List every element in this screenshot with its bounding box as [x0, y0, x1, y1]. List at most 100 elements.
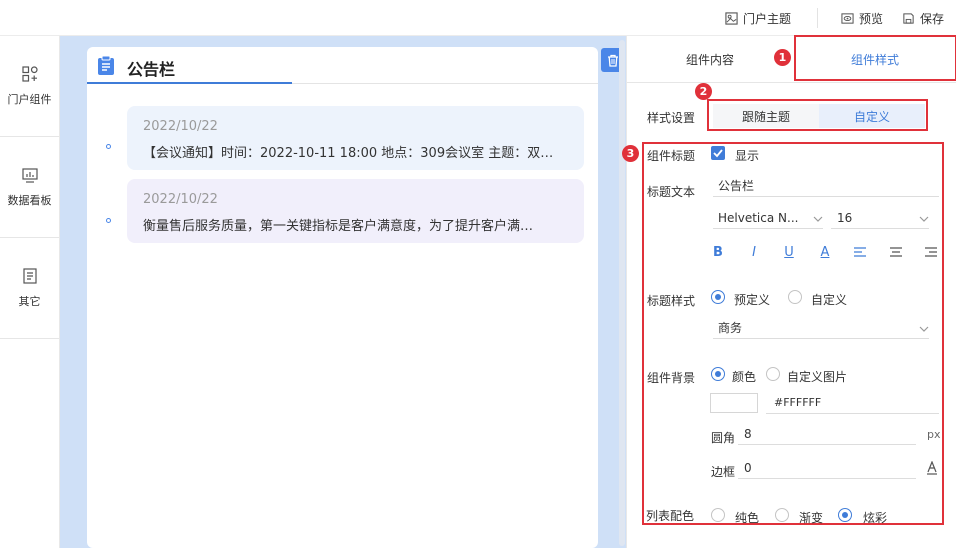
border-color-icon[interactable]	[926, 461, 938, 475]
font-color-button[interactable]: A	[817, 244, 833, 260]
step-badge-2: 2	[695, 83, 712, 100]
align-right-icon	[925, 247, 937, 257]
eye-icon	[841, 13, 854, 24]
align-left-button[interactable]	[852, 244, 868, 260]
align-center-button[interactable]	[888, 244, 904, 260]
align-right-button[interactable]	[923, 244, 939, 260]
step-badge-1: 1	[774, 49, 791, 66]
notice-date: 2022/10/22	[143, 119, 218, 134]
custom-title-label: 自定义	[811, 293, 848, 307]
title-text-label: 标题文本	[647, 185, 696, 199]
component-title-label: 组件标题	[647, 149, 696, 163]
border-label: 边框	[711, 465, 736, 479]
list-color-label: 列表配色	[646, 509, 695, 523]
align-left-icon	[854, 247, 866, 257]
color-background-label: 颜色	[732, 370, 757, 384]
chevron-down-icon	[919, 326, 929, 332]
colorful-color-label: 炫彩	[863, 511, 888, 525]
document-icon	[22, 268, 37, 284]
color-background-radio[interactable]	[711, 367, 725, 381]
radius-value: 8	[744, 426, 752, 441]
tabs-divider	[627, 82, 956, 83]
clipboard-icon	[98, 56, 114, 75]
design-canvas: 公告栏 2022/10/22 【会议通知】时间：2022-10-11 18:00…	[60, 36, 626, 548]
portal-theme-label: 门户主题	[743, 12, 792, 26]
bold-label: B	[713, 244, 723, 260]
title-style-select[interactable]: 商务	[713, 317, 929, 339]
sidebar-item-portal-components[interactable]: 门户组件	[0, 36, 59, 137]
highlight-box-1	[794, 35, 956, 81]
solid-color-label: 纯色	[735, 511, 760, 525]
bold-button[interactable]: B	[710, 244, 726, 260]
top-toolbar: 门户主题 预览 保存	[0, 0, 956, 36]
list-bullet	[106, 144, 111, 149]
image-background-label: 自定义图片	[787, 370, 848, 384]
canvas-scrollbar[interactable]	[619, 40, 625, 546]
align-center-icon	[890, 247, 902, 257]
gradient-color-label: 渐变	[799, 511, 824, 525]
background-color-input[interactable]: #FFFFFF	[766, 392, 939, 414]
radius-label: 圆角	[711, 431, 736, 445]
sidebar-item-label: 数据看板	[7, 194, 52, 207]
title-text-input[interactable]: 公告栏	[713, 175, 939, 197]
custom-title-radio[interactable]	[788, 290, 802, 304]
list-item[interactable]: 2022/10/22 【会议通知】时间：2022-10-11 18:00 地点：…	[127, 106, 584, 170]
chevron-down-icon	[919, 216, 929, 222]
font-size-value: 16	[837, 210, 853, 225]
portal-theme-button[interactable]: 门户主题	[725, 10, 791, 27]
font-family-select[interactable]: Helvetica N...	[713, 207, 823, 229]
italic-button[interactable]: I	[746, 244, 762, 260]
properties-panel: 组件内容 组件样式 1 样式设置 跟随主题 自定义 2 3 组件标题 显示 标题…	[622, 35, 956, 548]
underline-label: U	[784, 244, 794, 260]
toolbar-divider	[817, 8, 818, 28]
preview-label: 预览	[859, 12, 884, 26]
sidebar-item-data-board[interactable]: 数据看板	[0, 137, 59, 238]
notice-text: 【会议通知】时间：2022-10-11 18:00 地点：309会议室 主题：双…	[143, 146, 554, 161]
list-bullet	[106, 218, 111, 223]
trash-icon	[608, 54, 618, 67]
card-header: 公告栏	[87, 47, 598, 84]
font-family-value: Helvetica N...	[718, 210, 799, 225]
notice-date: 2022/10/22	[143, 192, 218, 207]
border-value: 0	[744, 460, 752, 475]
notice-text: 衡量售后服务质量，第一关键指标是客户满意度，为了提升客户满…	[143, 219, 534, 234]
title-underline	[87, 82, 292, 84]
show-label: 显示	[735, 149, 760, 163]
font-color-label: A	[820, 244, 830, 260]
preset-title-label: 预定义	[734, 293, 771, 307]
title-style-label: 标题样式	[647, 294, 696, 308]
preset-title-radio[interactable]	[711, 290, 725, 304]
show-title-checkbox[interactable]	[711, 146, 725, 160]
italic-label: I	[752, 244, 756, 260]
board-icon	[21, 168, 38, 183]
save-icon	[903, 13, 914, 24]
tab-component-content[interactable]: 组件内容	[627, 36, 793, 82]
solid-color-radio[interactable]	[711, 508, 725, 522]
font-size-select[interactable]: 16	[831, 207, 929, 229]
radius-unit: px	[927, 428, 941, 441]
step-badge-3: 3	[622, 145, 639, 162]
image-background-radio[interactable]	[766, 367, 780, 381]
colorful-color-radio[interactable]	[838, 508, 852, 522]
background-label: 组件背景	[647, 371, 696, 385]
grid-icon	[21, 66, 38, 82]
title-text-value: 公告栏	[718, 179, 755, 193]
background-color-swatch[interactable]	[710, 393, 758, 413]
background-color-value: #FFFFFF	[774, 396, 822, 409]
sidebar-item-other[interactable]: 其它	[0, 238, 59, 339]
bulletin-card[interactable]: 公告栏 2022/10/22 【会议通知】时间：2022-10-11 18:00…	[87, 47, 598, 548]
save-button[interactable]: 保存	[902, 10, 944, 27]
tab-label: 组件内容	[685, 52, 734, 67]
gradient-color-radio[interactable]	[775, 508, 789, 522]
card-title: 公告栏	[127, 60, 176, 79]
radius-input[interactable]: 8	[738, 423, 916, 445]
underline-button[interactable]: U	[781, 244, 797, 260]
highlight-box-2	[707, 99, 928, 131]
left-sidebar: 门户组件 数据看板 其它	[0, 36, 60, 548]
sidebar-item-label: 门户组件	[7, 93, 52, 106]
border-input[interactable]: 0	[738, 457, 916, 479]
preview-button[interactable]: 预览	[841, 10, 883, 27]
list-item[interactable]: 2022/10/22 衡量售后服务质量，第一关键指标是客户满意度，为了提升客户满…	[127, 179, 584, 243]
sidebar-item-label: 其它	[18, 295, 41, 308]
title-style-value: 商务	[718, 321, 743, 335]
